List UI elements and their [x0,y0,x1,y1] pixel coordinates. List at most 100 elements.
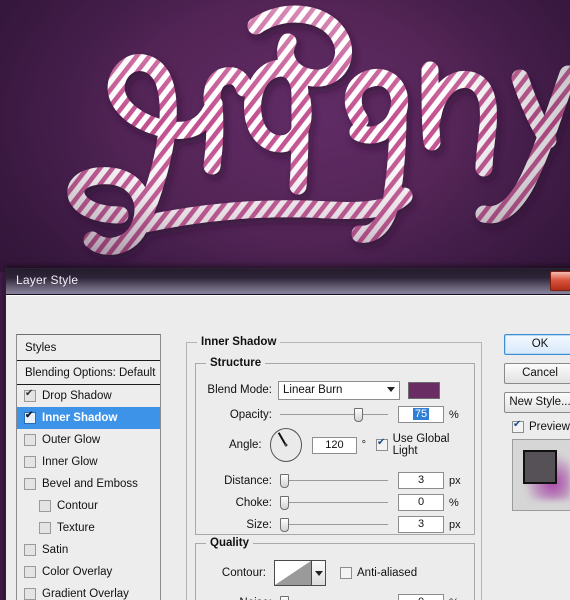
dialog-titlebar[interactable]: Layer Style [6,269,570,295]
noise-label: Noise: [204,597,272,600]
styles-list-item-checkbox[interactable] [24,588,36,600]
styles-list[interactable]: Styles Blending Options: Default Drop Sh… [16,334,161,600]
contour-row: Contour: Anti-aliased [204,560,468,586]
opacity-label: Opacity: [229,408,272,421]
angle-dial[interactable] [269,428,303,462]
size-slider-thumb[interactable] [280,517,289,532]
structure-group: Structure Blend Mode: Linear Burn Opacit… [195,357,475,535]
dialog-body: Styles Blending Options: Default Drop Sh… [6,295,570,600]
styles-list-item-checkbox[interactable] [24,410,36,424]
shadow-color-swatch[interactable] [408,381,440,399]
styles-list-header: Styles [17,335,160,361]
noise-unit: % [449,597,459,600]
styles-list-item-inner-shadow[interactable]: Inner Shadow [17,407,160,429]
inner-shadow-panel: Inner Shadow Structure Blend Mode: Linea… [186,334,486,600]
new-style-button[interactable]: New Style... [504,392,570,413]
styles-list-item-label: Inner Shadow [42,412,118,424]
styles-list-item-checkbox[interactable] [39,522,51,534]
blend-mode-label: Blend Mode: [207,384,272,396]
styles-list-item-satin[interactable]: Satin [17,539,160,561]
styles-list-item-label: Satin [42,544,69,556]
opacity-slider-track [280,413,388,415]
size-row: Size: 3 px [204,516,468,533]
contour-ramp [275,561,311,585]
preview-square [525,452,555,482]
layer-style-dialog: Layer Style Styles Blending Options: Def… [5,268,570,600]
anti-aliased-check-icon [340,567,352,579]
styles-list-item-label: Color Overlay [42,566,113,578]
styles-list-item-checkbox[interactable] [24,388,36,402]
styles-list-item-color-overlay[interactable]: Color Overlay [17,561,160,583]
styles-list-item-gradient-overlay[interactable]: Gradient Overlay [17,583,160,600]
styles-list-item-label: Texture [57,522,95,534]
inner-shadow-group: Inner Shadow Structure Blend Mode: Linea… [186,336,482,600]
anti-aliased-checkbox[interactable]: Anti-aliased [340,567,417,579]
styles-list-item-label: Drop Shadow [42,390,112,402]
styles-list-items: Drop Shadow Inner Shadow Outer Glow Inner G… [17,385,160,600]
styles-list-item-outer-glow[interactable]: Outer Glow [17,429,160,451]
choke-label: Choke: [235,496,272,509]
styles-list-item-texture[interactable]: Texture [17,517,160,539]
angle-unit: ° [361,439,367,451]
blend-mode-dropdown[interactable]: Linear Burn [278,380,400,400]
opacity-unit: % [449,408,459,421]
contour-preview-icon[interactable] [274,560,312,586]
styles-list-item-inner-glow[interactable]: Inner Glow [17,451,160,473]
use-global-light-checkbox[interactable]: Use Global Light [376,433,474,457]
choke-slider-thumb[interactable] [280,495,289,510]
styles-list-item-checkbox[interactable] [24,544,36,556]
choke-input[interactable]: 0 [398,494,444,511]
cancel-button[interactable]: Cancel [504,363,570,384]
dialog-action-buttons: OK Cancel New Style... Preview [504,334,570,511]
styles-list-item-checkbox[interactable] [24,566,36,578]
size-unit: px [449,518,461,531]
quality-group-title: Quality [206,537,253,549]
noise-slider-thumb[interactable] [280,595,289,600]
angle-input[interactable]: 120 [312,436,357,454]
opacity-input[interactable]: 75 [398,406,444,423]
inner-shadow-group-title: Inner Shadow [197,336,281,348]
blend-mode-row: Blend Mode: Linear Burn [204,380,468,400]
styles-list-item-checkbox[interactable] [24,456,36,468]
size-input[interactable]: 3 [398,516,444,533]
styles-list-item-checkbox[interactable] [39,500,51,512]
styles-list-item-contour[interactable]: Contour [17,495,160,517]
contour-dropdown-button[interactable] [312,560,326,586]
styles-list-item-label: Inner Glow [42,456,98,468]
dialog-title: Layer Style [16,273,79,287]
choke-unit: % [449,496,459,509]
preview-check-icon [512,419,524,433]
distance-label: Distance: [224,474,272,487]
opacity-slider-thumb[interactable] [354,407,363,422]
use-global-light-label: Use Global Light [392,433,450,457]
styles-list-item-label: Contour [57,500,98,512]
blend-mode-value[interactable]: Linear Burn [278,381,400,400]
choke-slider[interactable] [280,495,388,510]
choke-slider-track [280,501,388,503]
distance-slider[interactable] [280,473,388,488]
noise-slider[interactable] [280,595,388,600]
size-slider[interactable] [280,517,388,532]
structure-group-title: Structure [206,357,266,369]
distance-slider-thumb[interactable] [280,473,289,488]
close-icon[interactable] [550,271,570,291]
opacity-slider[interactable] [280,407,388,422]
preview-checkbox[interactable]: Preview [512,419,570,433]
angle-dial-center [284,443,288,447]
styles-list-item-checkbox[interactable] [24,478,36,490]
noise-input[interactable]: 0 [398,594,444,600]
size-label: Size: [246,518,272,531]
use-global-light-check-icon [376,437,388,451]
blending-options-item[interactable]: Blending Options: Default [17,361,160,385]
canvas-artwork [0,0,570,272]
noise-row: Noise: 0 % [204,594,468,600]
styles-list-item-label: Outer Glow [42,434,101,446]
styles-list-item-drop-shadow[interactable]: Drop Shadow [17,385,160,407]
styles-list-item-bevel-and-emboss[interactable]: Bevel and Emboss [17,473,160,495]
ok-button[interactable]: OK [504,334,570,355]
vignette-overlay [0,0,570,272]
contour-picker[interactable] [274,560,326,586]
distance-input[interactable]: 3 [398,472,444,489]
styles-list-item-checkbox[interactable] [24,434,36,446]
styles-list-item-label: Bevel and Emboss [42,478,138,490]
